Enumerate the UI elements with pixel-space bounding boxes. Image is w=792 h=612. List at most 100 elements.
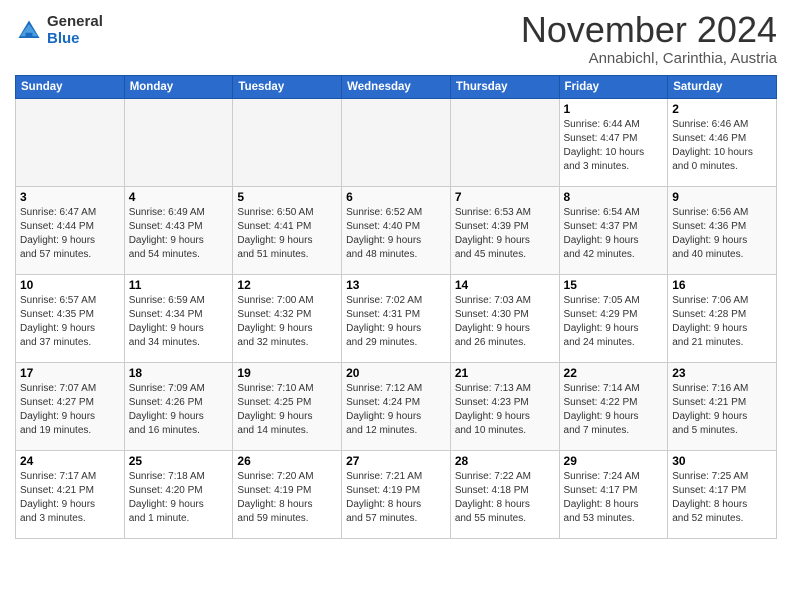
day-number: 19 [237, 366, 337, 380]
day-number: 8 [564, 190, 664, 204]
day-number: 25 [129, 454, 229, 468]
day-number: 28 [455, 454, 555, 468]
logo-general-text: General [47, 14, 103, 31]
day-number: 16 [672, 278, 772, 292]
day-info: Sunrise: 6:54 AM Sunset: 4:37 PM Dayligh… [564, 206, 664, 262]
day-info: Sunrise: 7:09 AM Sunset: 4:26 PM Dayligh… [129, 382, 229, 438]
day-info: Sunrise: 7:13 AM Sunset: 4:23 PM Dayligh… [455, 382, 555, 438]
table-row: 17Sunrise: 7:07 AM Sunset: 4:27 PM Dayli… [16, 362, 125, 450]
day-info: Sunrise: 6:49 AM Sunset: 4:43 PM Dayligh… [129, 206, 229, 262]
day-info: Sunrise: 7:22 AM Sunset: 4:18 PM Dayligh… [455, 470, 555, 526]
weekday-header-row: Sunday Monday Tuesday Wednesday Thursday… [16, 75, 777, 98]
day-number: 6 [346, 190, 446, 204]
day-number: 12 [237, 278, 337, 292]
day-number: 5 [237, 190, 337, 204]
table-row: 20Sunrise: 7:12 AM Sunset: 4:24 PM Dayli… [342, 362, 451, 450]
day-number: 15 [564, 278, 664, 292]
table-row [450, 98, 559, 186]
day-info: Sunrise: 7:02 AM Sunset: 4:31 PM Dayligh… [346, 294, 446, 350]
day-info: Sunrise: 7:10 AM Sunset: 4:25 PM Dayligh… [237, 382, 337, 438]
table-row: 11 Sunrise: 6:59 AM Sunset: 4:34 PM Dayli… [124, 274, 233, 362]
table-row: 4 Sunrise: 6:49 AM Sunset: 4:43 PM Daylig… [124, 186, 233, 274]
logo-text: General Blue [47, 14, 103, 47]
day-info: Sunrise: 7:24 AM Sunset: 4:17 PM Dayligh… [564, 470, 664, 526]
subtitle: Annabichl, Carinthia, Austria [521, 50, 777, 67]
table-row [16, 98, 125, 186]
day-info: Sunrise: 6:59 AM Sunset: 4:34 PM Dayligh… [129, 294, 229, 350]
day-info: Sunrise: 7:14 AM Sunset: 4:22 PM Dayligh… [564, 382, 664, 438]
day-info: Sunrise: 7:20 AM Sunset: 4:19 PM Dayligh… [237, 470, 337, 526]
table-row: 3 Sunrise: 6:47 AM Sunset: 4:44 PM Daylig… [16, 186, 125, 274]
day-number: 3 [20, 190, 120, 204]
table-row: 6Sunrise: 6:52 AM Sunset: 4:40 PM Daylig… [342, 186, 451, 274]
table-row: 8 Sunrise: 6:54 AM Sunset: 4:37 PM Daylig… [559, 186, 668, 274]
header-friday: Friday [559, 75, 668, 98]
header-sunday: Sunday [16, 75, 125, 98]
table-row: 2 Sunrise: 6:46 AM Sunset: 4:46 PM Daylig… [668, 98, 777, 186]
day-number: 14 [455, 278, 555, 292]
logo-blue-text: Blue [47, 31, 103, 48]
table-row: 21 Sunrise: 7:13 AM Sunset: 4:23 PM Dayli… [450, 362, 559, 450]
month-title: November 2024 [521, 10, 777, 50]
table-row: 9 Sunrise: 6:56 AM Sunset: 4:36 PM Daylig… [668, 186, 777, 274]
header-wednesday: Wednesday [342, 75, 451, 98]
day-info: Sunrise: 7:03 AM Sunset: 4:30 PM Dayligh… [455, 294, 555, 350]
day-info: Sunrise: 6:46 AM Sunset: 4:46 PM Dayligh… [672, 118, 772, 174]
week-row-0: 1 Sunrise: 6:44 AM Sunset: 4:47 PM Daylig… [16, 98, 777, 186]
header: General Blue November 2024 Annabichl, Ca… [15, 10, 777, 67]
day-number: 30 [672, 454, 772, 468]
day-number: 21 [455, 366, 555, 380]
day-number: 18 [129, 366, 229, 380]
day-number: 10 [20, 278, 120, 292]
table-row: 22Sunrise: 7:14 AM Sunset: 4:22 PM Dayli… [559, 362, 668, 450]
day-info: Sunrise: 6:44 AM Sunset: 4:47 PM Dayligh… [564, 118, 664, 174]
day-info: Sunrise: 7:16 AM Sunset: 4:21 PM Dayligh… [672, 382, 772, 438]
table-row [233, 98, 342, 186]
day-number: 24 [20, 454, 120, 468]
table-row: 5 Sunrise: 6:50 AM Sunset: 4:41 PM Daylig… [233, 186, 342, 274]
day-number: 1 [564, 102, 664, 116]
day-info: Sunrise: 7:17 AM Sunset: 4:21 PM Dayligh… [20, 470, 120, 526]
table-row: 1 Sunrise: 6:44 AM Sunset: 4:47 PM Daylig… [559, 98, 668, 186]
day-info: Sunrise: 7:06 AM Sunset: 4:28 PM Dayligh… [672, 294, 772, 350]
day-number: 7 [455, 190, 555, 204]
table-row: 10Sunrise: 6:57 AM Sunset: 4:35 PM Dayli… [16, 274, 125, 362]
logo-icon [15, 17, 43, 45]
week-row-2: 10Sunrise: 6:57 AM Sunset: 4:35 PM Dayli… [16, 274, 777, 362]
logo: General Blue [15, 14, 103, 47]
table-row: 29Sunrise: 7:24 AM Sunset: 4:17 PM Dayli… [559, 450, 668, 538]
day-number: 4 [129, 190, 229, 204]
day-info: Sunrise: 6:47 AM Sunset: 4:44 PM Dayligh… [20, 206, 120, 262]
calendar: Sunday Monday Tuesday Wednesday Thursday… [15, 75, 777, 539]
day-info: Sunrise: 7:18 AM Sunset: 4:20 PM Dayligh… [129, 470, 229, 526]
week-row-3: 17Sunrise: 7:07 AM Sunset: 4:27 PM Dayli… [16, 362, 777, 450]
table-row [124, 98, 233, 186]
day-number: 2 [672, 102, 772, 116]
page: General Blue November 2024 Annabichl, Ca… [0, 0, 792, 612]
day-info: Sunrise: 6:53 AM Sunset: 4:39 PM Dayligh… [455, 206, 555, 262]
day-number: 27 [346, 454, 446, 468]
table-row: 15 Sunrise: 7:05 AM Sunset: 4:29 PM Dayli… [559, 274, 668, 362]
day-number: 13 [346, 278, 446, 292]
table-row: 12Sunrise: 7:00 AM Sunset: 4:32 PM Dayli… [233, 274, 342, 362]
table-row: 27 Sunrise: 7:21 AM Sunset: 4:19 PM Dayli… [342, 450, 451, 538]
title-block: November 2024 Annabichl, Carinthia, Aust… [521, 10, 777, 67]
table-row: 16 Sunrise: 7:06 AM Sunset: 4:28 PM Dayli… [668, 274, 777, 362]
day-number: 11 [129, 278, 229, 292]
day-info: Sunrise: 7:25 AM Sunset: 4:17 PM Dayligh… [672, 470, 772, 526]
week-row-1: 3 Sunrise: 6:47 AM Sunset: 4:44 PM Daylig… [16, 186, 777, 274]
day-info: Sunrise: 7:21 AM Sunset: 4:19 PM Dayligh… [346, 470, 446, 526]
table-row: 25 Sunrise: 7:18 AM Sunset: 4:20 PM Dayli… [124, 450, 233, 538]
day-info: Sunrise: 6:50 AM Sunset: 4:41 PM Dayligh… [237, 206, 337, 262]
week-row-4: 24 Sunrise: 7:17 AM Sunset: 4:21 PM Dayli… [16, 450, 777, 538]
header-saturday: Saturday [668, 75, 777, 98]
day-number: 9 [672, 190, 772, 204]
table-row: 18 Sunrise: 7:09 AM Sunset: 4:26 PM Dayli… [124, 362, 233, 450]
day-info: Sunrise: 6:56 AM Sunset: 4:36 PM Dayligh… [672, 206, 772, 262]
day-number: 26 [237, 454, 337, 468]
day-info: Sunrise: 7:05 AM Sunset: 4:29 PM Dayligh… [564, 294, 664, 350]
header-thursday: Thursday [450, 75, 559, 98]
table-row: 14 Sunrise: 7:03 AM Sunset: 4:30 PM Dayli… [450, 274, 559, 362]
day-number: 20 [346, 366, 446, 380]
table-row [342, 98, 451, 186]
